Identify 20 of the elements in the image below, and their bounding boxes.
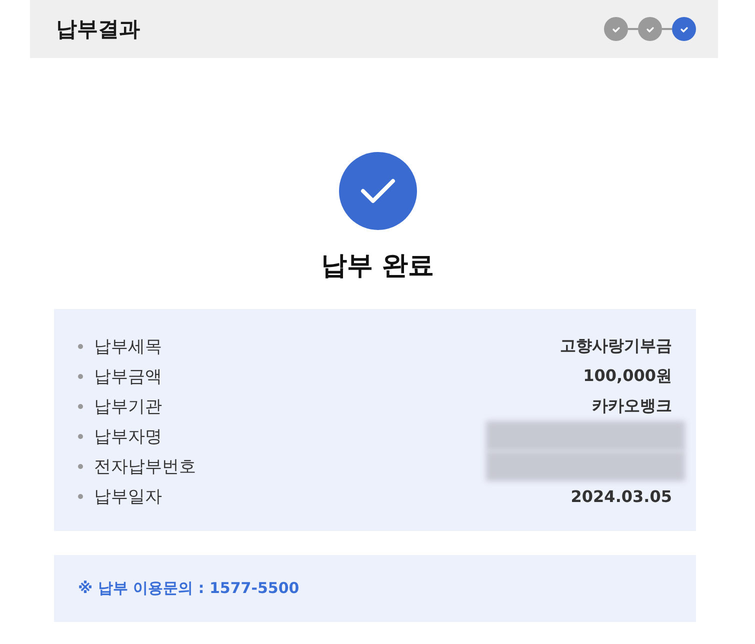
bullet-icon: [78, 344, 83, 348]
detail-value: 100,000원: [583, 366, 672, 386]
detail-label: 납부금액: [94, 366, 163, 388]
bullet-icon: [78, 464, 83, 468]
notice-text: ※ 납부 이용문의 : 1577-5500: [78, 579, 300, 598]
bullet-icon: [78, 404, 83, 408]
detail-value: 고향사랑기부금: [560, 336, 672, 356]
detail-value: 카카오뱅크: [592, 396, 672, 416]
detail-value: 2024.03.05: [570, 486, 672, 506]
bullet-icon: [78, 434, 83, 438]
detail-label: 전자납부번호: [94, 456, 197, 478]
detail-label: 납부기관: [94, 396, 163, 418]
bullet-icon: [78, 494, 83, 498]
page-title: 납부결과: [56, 16, 140, 43]
detail-label: 납부세목: [94, 336, 163, 358]
bullet-icon: [78, 374, 83, 378]
detail-label: 납부일자: [94, 486, 163, 508]
detail-label: 납부자명: [94, 426, 163, 448]
check-icon: [338, 152, 416, 230]
result-title: 납부 완료: [320, 250, 434, 283]
